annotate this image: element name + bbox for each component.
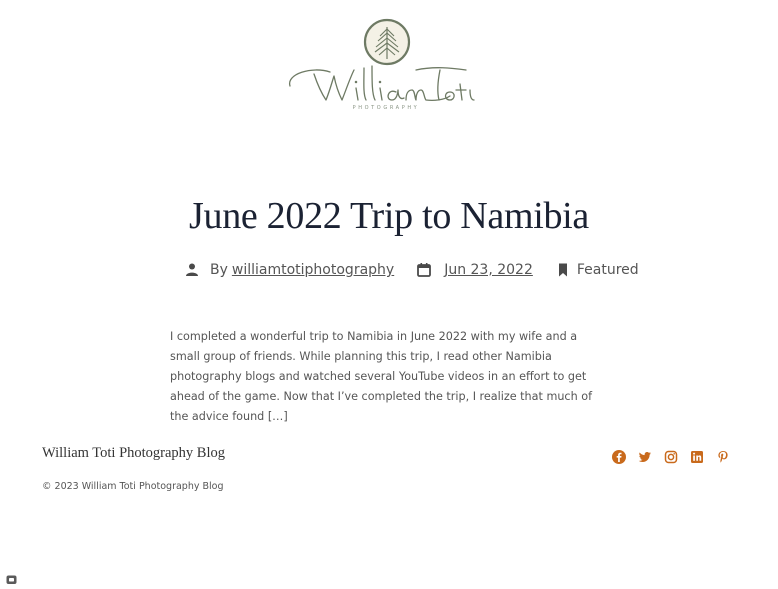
pinterest-icon[interactable] (715, 449, 731, 465)
tree-emblem-icon (363, 18, 411, 66)
social-links (611, 449, 731, 465)
signature-logo (289, 65, 475, 102)
linkedin-icon[interactable] (689, 449, 705, 465)
facebook-icon[interactable] (611, 449, 627, 465)
post-excerpt: I completed a wonderful trip to Namibia … (170, 330, 593, 423)
author-link[interactable]: williamtotiphotography (232, 262, 394, 278)
instagram-icon[interactable] (663, 449, 679, 465)
privacy-badge-icon[interactable] (6, 571, 17, 584)
post-date-link[interactable]: Jun 23, 2022 (444, 262, 533, 278)
post-meta: By williamtotiphotography Jun 23, 2022 F… (184, 259, 639, 281)
site-logo[interactable]: PHOTOGRAPHY (284, 16, 488, 116)
footer-site-title[interactable]: William Toti Photography Blog (42, 445, 225, 462)
bookmark-icon (555, 262, 571, 278)
post-title[interactable]: June 2022 Trip to Namibia (0, 194, 778, 238)
calendar-icon (416, 262, 432, 278)
person-icon (184, 262, 200, 278)
copyright-text: © 2023 William Toti Photography Blog (42, 481, 224, 492)
twitter-icon[interactable] (637, 449, 653, 465)
category-label[interactable]: Featured (577, 262, 639, 278)
author-prefix: By (210, 262, 228, 278)
logo-subtitle: PHOTOGRAPHY (352, 105, 420, 111)
